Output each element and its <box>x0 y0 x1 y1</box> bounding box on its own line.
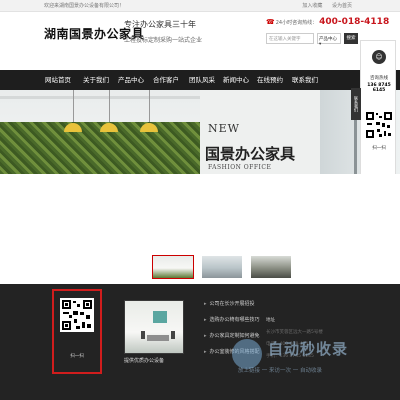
footer-qr-code <box>60 298 94 332</box>
search-button[interactable]: 搜索 <box>344 33 358 44</box>
float-qr-code <box>365 111 393 139</box>
ceiling-rail <box>0 96 200 99</box>
news-item-title: 选购办公椅有哪些技巧 <box>209 317 260 323</box>
main-nav: 网站首页 关于我们 产品中心 合作客户 团队风采 新闻中心 在线预约 联系我们 <box>0 70 400 90</box>
float-hotline-label: 咨询热线 <box>370 76 388 81</box>
welcome-text: 欢迎来湖南国景办公设备有限公司！ <box>44 3 125 9</box>
footer-address-label: 地址 <box>266 318 275 323</box>
meeting-room-illustration <box>141 311 175 341</box>
hero-banner[interactable] <box>0 90 400 174</box>
nav-item-booking[interactable]: 在线预约 <box>252 70 288 90</box>
nav-item-about[interactable]: 关于我们 <box>78 70 114 90</box>
add-favorite-link[interactable]: 加入收藏 <box>302 3 322 9</box>
slogan-main: 专注办公家具三十年 <box>124 20 196 29</box>
nav-item-home[interactable]: 网站首页 <box>40 70 76 90</box>
news-item[interactable]: ▸ 选购办公椅有哪些技巧 <box>204 316 274 323</box>
news-item[interactable]: ▸ 公司在长沙开展招投 <box>204 300 274 307</box>
lamp-cord <box>109 90 110 123</box>
search-category-value: 产品中心 <box>319 37 337 42</box>
search-input[interactable]: 在这输入关键字 <box>266 33 314 44</box>
search-form: 在这输入关键字 产品中心 ▾ 搜索 <box>266 33 358 47</box>
set-homepage-link[interactable]: 设为首页 <box>332 3 352 9</box>
nav-item-clients[interactable]: 合作客户 <box>148 70 184 90</box>
float-scan-label: 扫一扫 <box>372 146 386 151</box>
floating-contact-panel: ☺ 咨询热线 136 8745 6145 扫一扫 <box>360 40 396 188</box>
search-category-select[interactable]: 产品中心 ▾ <box>317 33 341 47</box>
nav-item-products[interactable]: 产品中心 <box>113 70 149 90</box>
banner-new-text: NEW <box>208 122 240 135</box>
case-image[interactable] <box>124 300 184 354</box>
watermark-overlay: 自动秒收录 放上链接 一 来访一次 一 自动收录 <box>232 337 392 379</box>
watermark-logo-icon <box>232 339 262 369</box>
banner-thumb-3[interactable] <box>251 256 291 278</box>
arrow-icon: ▸ <box>204 333 207 339</box>
arrow-icon: ▸ <box>204 301 207 307</box>
nav-item-news[interactable]: 新闻中心 <box>218 70 254 90</box>
hotline-label: 24小时咨询热线： <box>275 20 318 26</box>
watermark-subtext: 放上链接 一 来访一次 一 自动收录 <box>238 368 322 374</box>
phone-icon: ☎ <box>266 18 275 26</box>
float-hotline-number: 136 8745 6145 <box>367 83 391 93</box>
lamp-cord <box>149 90 150 123</box>
news-item-title: 公司在长沙开展招投 <box>209 301 255 307</box>
watermark-text: 自动秒收录 <box>268 340 349 358</box>
arrow-icon: ▸ <box>204 349 207 355</box>
case-caption: 提供优质办公设备 <box>124 358 165 364</box>
hotline-number: 400-018-4118 <box>319 17 390 27</box>
arrow-icon: ▸ <box>204 317 207 323</box>
banner-subtitle: FASHION OFFICE <box>208 164 272 171</box>
top-bar: 欢迎来湖南国景办公设备有限公司！ 加入收藏 设为首页 <box>0 0 400 12</box>
top-links: 加入收藏 设为首页 <box>294 2 352 9</box>
slogan-sub: 工程投标定制采购一站式企业 <box>124 37 203 44</box>
banner-title: 国景办公家具 <box>205 145 296 163</box>
thumbnail-strip <box>0 174 400 284</box>
lamp-cord <box>73 90 74 123</box>
banner-thumb-1[interactable] <box>152 255 194 279</box>
nav-item-team[interactable]: 团队风采 <box>184 70 220 90</box>
banner-thumb-2[interactable] <box>202 256 242 278</box>
nav-item-contact[interactable]: 联系我们 <box>287 70 323 90</box>
contact-tab[interactable]: 联系我们 <box>351 88 361 120</box>
footer-scan-label: 扫一扫 <box>70 354 84 359</box>
footer-faint-line: 长沙市芙蓉区远大一路5号楼 <box>266 330 323 335</box>
hotline: ☎24小时咨询热线： 400-018-4118 <box>266 17 389 27</box>
customer-service-icon: ☺ <box>372 50 386 64</box>
